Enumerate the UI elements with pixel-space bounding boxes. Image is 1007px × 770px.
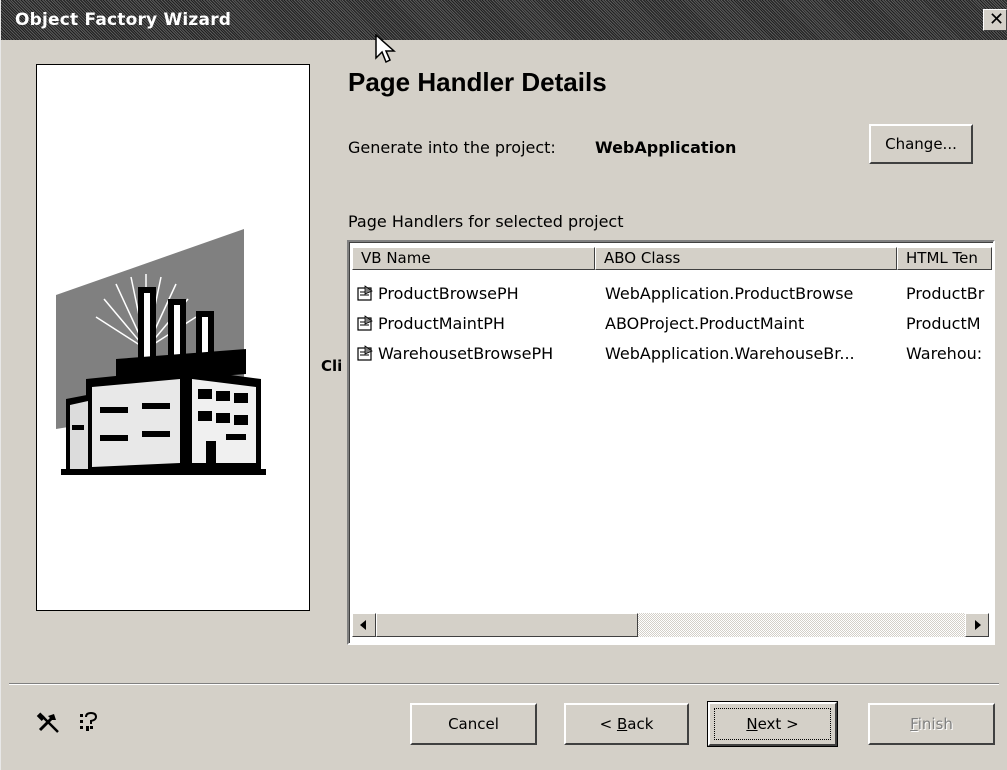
factory-illustration [56, 229, 266, 475]
vb-name-cell: WarehousetBrowsePH [378, 344, 554, 363]
footer-separator-highlight [9, 684, 999, 685]
page-handlers-label: Page Handlers for selected project [348, 212, 624, 231]
abo-class-cell: ABOProject.ProductMaint [605, 314, 805, 333]
close-icon: ✕ [989, 9, 1005, 30]
column-header-vb-name[interactable]: VB Name [352, 247, 595, 270]
change-button[interactable]: Change... [869, 124, 973, 164]
wizard-illustration-panel [36, 64, 310, 611]
abo-class-cell: WebApplication.WarehouseBr... [605, 344, 855, 363]
finish-accelerator: F [910, 715, 918, 733]
help-icon[interactable] [78, 712, 102, 734]
vb-name-cell: ProductMaintPH [378, 314, 505, 333]
back-prefix: < [599, 715, 617, 733]
column-header-label: ABO Class [604, 249, 681, 267]
page-title: Page Handler Details [348, 67, 607, 97]
scrollbar-thumb[interactable] [376, 613, 638, 637]
change-button-label: Change... [885, 135, 957, 153]
page-handler-icon [357, 285, 373, 301]
back-suffix: ack [627, 715, 654, 733]
page-handler-icon [357, 345, 373, 361]
cancel-button-label: Cancel [448, 715, 499, 733]
title-bar[interactable]: Object Factory Wizard ✕ [1, 0, 1007, 40]
column-header-label: VB Name [361, 249, 431, 267]
back-button-label: < Back [600, 715, 654, 733]
back-accelerator: B [616, 715, 628, 733]
scroll-left-button[interactable] [352, 613, 376, 637]
generate-into-label: Generate into the project: [348, 138, 556, 157]
mouse-cursor-icon [375, 34, 396, 64]
back-button[interactable]: < Back [564, 703, 689, 745]
html-template-cell: Warehou: [906, 344, 983, 363]
cancel-button[interactable]: Cancel [410, 703, 537, 745]
column-header-html-template[interactable]: HTML Ten [897, 247, 992, 270]
html-template-cell: ProductBr [906, 284, 985, 303]
table-row[interactable]: WarehousetBrowsePH WebApplication.Wareho… [350, 340, 990, 368]
table-row[interactable]: ProductMaintPH ABOProject.ProductMaint P… [350, 310, 990, 338]
finish-button[interactable]: Finish [868, 703, 995, 745]
focus-rectangle [714, 708, 831, 740]
column-header-label: HTML Ten [906, 249, 978, 267]
arrow-right-icon [975, 620, 981, 630]
page-handler-icon [357, 315, 373, 331]
finish-suffix: inish [917, 715, 953, 733]
wizard-window: Object Factory Wizard ✕ Page Handler Det… [0, 0, 1007, 770]
stray-label: Cli [321, 357, 343, 375]
next-button[interactable]: Next > [707, 701, 838, 747]
finish-button-label: Finish [910, 715, 953, 733]
tools-icon[interactable] [36, 712, 66, 734]
project-name: WebApplication [595, 138, 737, 157]
close-button[interactable]: ✕ [983, 9, 1007, 31]
html-template-cell: ProductM [906, 314, 981, 333]
column-header-abo-class[interactable]: ABO Class [595, 247, 897, 270]
horizontal-scrollbar[interactable] [352, 613, 989, 637]
arrow-left-icon [360, 620, 366, 630]
scroll-right-button[interactable] [965, 613, 989, 637]
page-handlers-list[interactable]: VB Name ABO Class HTML Ten ProductBrowse… [347, 240, 995, 645]
window-title: Object Factory Wizard [15, 10, 232, 30]
vb-name-cell: ProductBrowsePH [378, 284, 519, 303]
table-row[interactable]: ProductBrowsePH WebApplication.ProductBr… [350, 280, 990, 308]
abo-class-cell: WebApplication.ProductBrowse [605, 284, 854, 303]
